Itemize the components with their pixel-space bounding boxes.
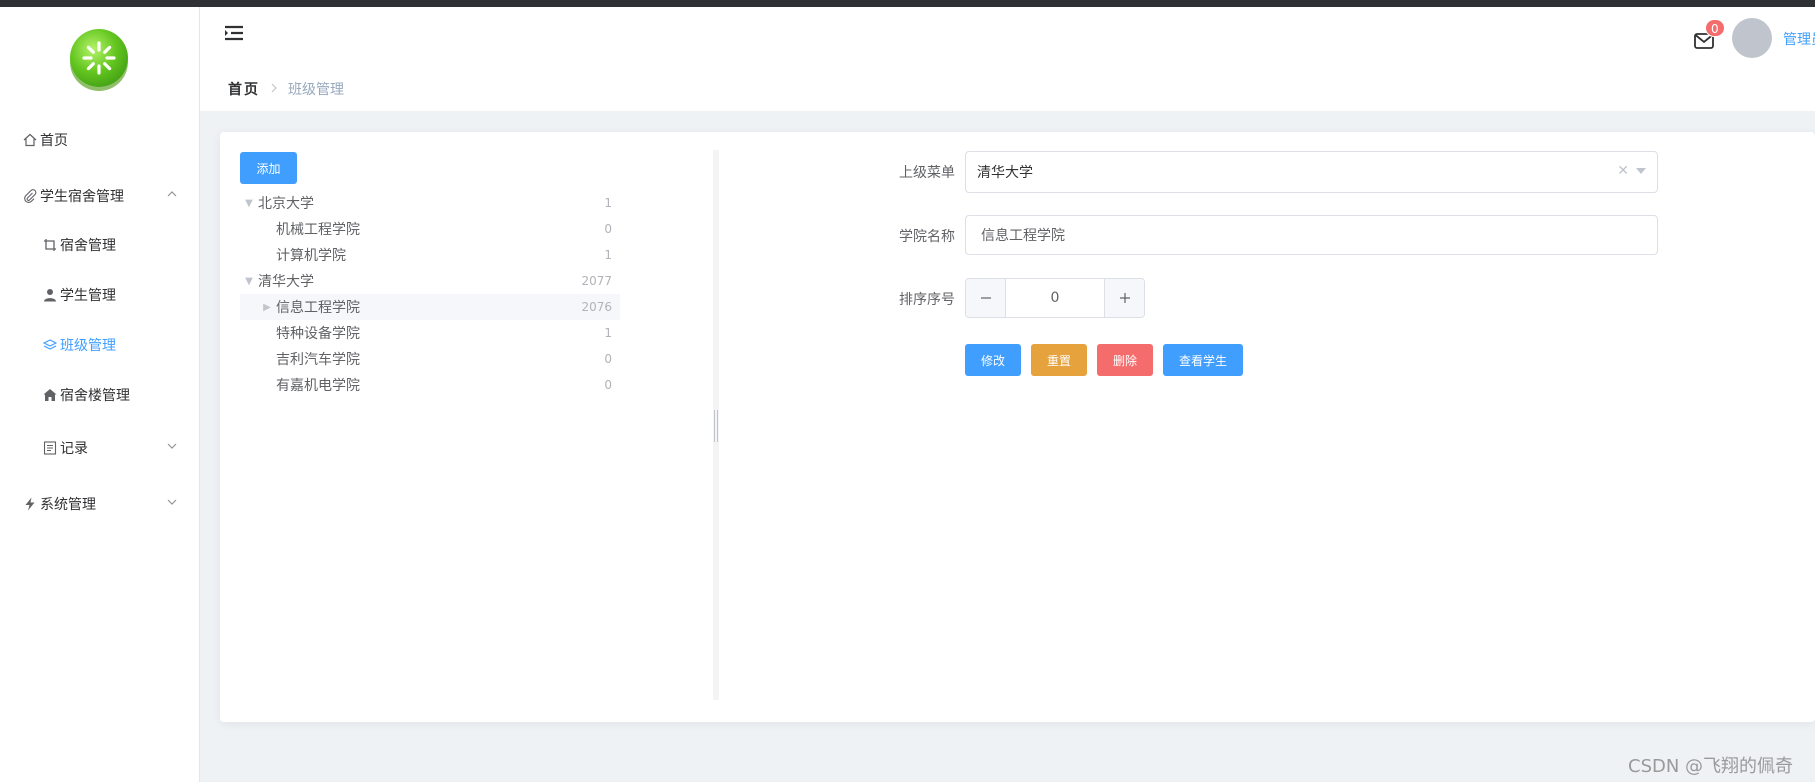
tree-node-count: 0 <box>604 352 612 366</box>
top-strip <box>0 0 1815 7</box>
tree-node-count: 2077 <box>581 274 612 288</box>
mail-badge: 0 <box>1705 19 1725 37</box>
sidebar-item-home[interactable]: 首页 <box>0 120 200 160</box>
tree-node-label: 特种设备学院 <box>276 326 360 342</box>
sidebar-item-dorm-system[interactable]: 学生宿舍管理 <box>0 176 200 216</box>
sidebar-item-label: 记录 <box>60 441 88 457</box>
tree-node-count: 0 <box>604 378 612 392</box>
tree-node-label: 有嘉机电学院 <box>276 378 360 394</box>
sort-order-value[interactable]: 0 <box>1006 279 1104 317</box>
home-icon <box>22 132 38 148</box>
sidebar-item-system[interactable]: 系统管理 <box>0 484 200 524</box>
sidebar-item-buildings[interactable]: 宿舍楼管理 <box>0 375 200 415</box>
tree-node-label: 吉利汽车学院 <box>276 352 360 368</box>
tree-node-label: 北京大学 <box>258 196 314 212</box>
sidebar: 首页 学生宿舍管理 宿舍管理 学生管理 班级管理 宿舍楼管理 记录 系统管理 <box>0 7 200 782</box>
tree-node[interactable]: ▼ 北京大学 1 <box>240 190 620 216</box>
user-icon <box>42 287 58 303</box>
tree-node-label: 计算机学院 <box>276 248 346 264</box>
tree-node[interactable]: 计算机学院 1 <box>240 242 620 268</box>
breadcrumb-home[interactable]: 首页 <box>228 79 260 99</box>
tree-node[interactable]: 特种设备学院 1 <box>240 320 620 346</box>
tree-node-count: 0 <box>604 222 612 236</box>
header: 首页 班级管理 0 管理员 <box>200 7 1815 111</box>
view-students-button[interactable]: 查看学生 <box>1163 344 1243 376</box>
chevron-up-icon <box>166 188 178 204</box>
tree-node-count: 1 <box>604 326 612 340</box>
tree-node-count: 1 <box>604 248 612 262</box>
chevron-down-icon <box>166 440 178 456</box>
sidebar-item-label: 宿舍楼管理 <box>60 388 130 404</box>
parent-menu-select[interactable]: 清华大学 ✕ <box>965 151 1658 193</box>
college-name-label: 学院名称 <box>899 229 955 245</box>
parent-menu-label: 上级菜单 <box>899 165 955 181</box>
tree-node-label: 清华大学 <box>258 274 314 290</box>
hamburger-icon[interactable] <box>224 25 244 45</box>
sort-order-stepper: 0 <box>965 278 1145 318</box>
document-icon <box>42 440 58 456</box>
sidebar-item-label: 学生宿舍管理 <box>40 189 124 205</box>
sidebar-item-classes[interactable]: 班级管理 <box>0 325 200 365</box>
add-button[interactable]: 添加 <box>240 152 297 184</box>
tree-node[interactable]: 机械工程学院 0 <box>240 216 620 242</box>
avatar[interactable] <box>1732 18 1772 58</box>
lightning-icon <box>22 496 38 512</box>
layers-icon <box>42 337 58 353</box>
house-icon <box>42 387 58 403</box>
tree-node[interactable]: 有嘉机电学院 0 <box>240 372 620 398</box>
sidebar-item-students[interactable]: 学生管理 <box>0 275 200 315</box>
tree-node[interactable]: 吉利汽车学院 0 <box>240 346 620 372</box>
caret-right-icon[interactable]: ▶ <box>258 302 276 313</box>
breadcrumb-chevron-icon <box>270 81 278 97</box>
chevron-down-icon <box>166 496 178 512</box>
sidebar-item-label: 系统管理 <box>40 497 96 513</box>
tree-node-count: 2076 <box>581 300 612 314</box>
tree-node-selected[interactable]: ▶ 信息工程学院 2076 <box>240 294 620 320</box>
breadcrumb: 首页 班级管理 <box>228 79 344 99</box>
delete-button[interactable]: 删除 <box>1097 344 1153 376</box>
sidebar-item-label: 班级管理 <box>60 338 116 354</box>
tree-node-count: 1 <box>604 196 612 210</box>
sidebar-item-label: 宿舍管理 <box>60 238 116 254</box>
parent-menu-value: 清华大学 <box>977 165 1033 181</box>
reset-button[interactable]: 重置 <box>1031 344 1087 376</box>
clear-icon[interactable]: ✕ <box>1617 163 1629 179</box>
dropdown-arrow-icon[interactable] <box>1636 168 1646 174</box>
sidebar-item-records[interactable]: 记录 <box>0 428 200 468</box>
increment-button[interactable] <box>1104 279 1144 317</box>
edit-button[interactable]: 修改 <box>965 344 1021 376</box>
breadcrumb-current: 班级管理 <box>288 82 344 98</box>
decrement-button[interactable] <box>966 279 1006 317</box>
resize-handle[interactable] <box>714 410 718 442</box>
tree-node-label: 信息工程学院 <box>276 300 360 316</box>
caret-down-icon[interactable]: ▼ <box>240 198 258 209</box>
sidebar-item-label: 学生管理 <box>60 288 116 304</box>
crop-icon <box>42 237 58 253</box>
tree-node[interactable]: ▼ 清华大学 2077 <box>240 268 620 294</box>
sort-order-label: 排序序号 <box>899 292 955 308</box>
college-tree: ▼ 北京大学 1 机械工程学院 0 计算机学院 1 ▼ 清华大学 2077 ▶ … <box>240 190 620 398</box>
paperclip-icon <box>22 188 38 204</box>
watermark: CSDN @飞翔的佩奇 <box>1628 756 1794 777</box>
app-logo <box>70 29 128 87</box>
tree-node-label: 机械工程学院 <box>276 222 360 238</box>
college-name-input[interactable] <box>965 215 1658 255</box>
caret-down-icon[interactable]: ▼ <box>240 276 258 287</box>
sidebar-item-label: 首页 <box>40 133 68 149</box>
username[interactable]: 管理员 <box>1783 29 1815 49</box>
main-card: 添加 ▼ 北京大学 1 机械工程学院 0 计算机学院 1 ▼ 清华大学 2077… <box>220 132 1815 722</box>
sidebar-item-dorm[interactable]: 宿舍管理 <box>0 225 200 265</box>
